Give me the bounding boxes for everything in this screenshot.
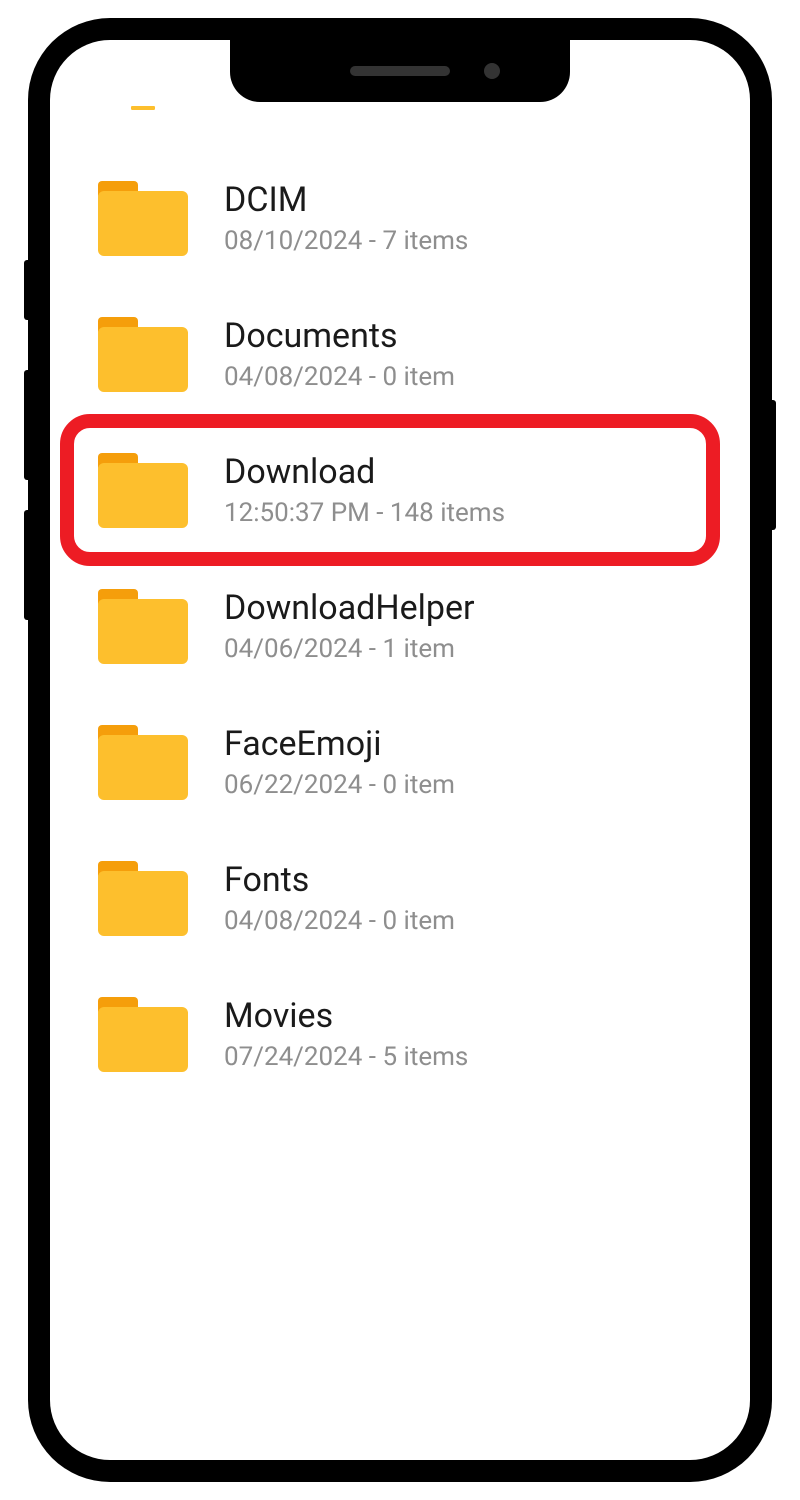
file-list: DCIM 08/10/2024 - 7 items Documents 04/0… [50,40,750,1460]
folder-icon [98,589,188,664]
front-camera [484,63,500,79]
folder-info: Movies 07/24/2024 - 5 items [224,996,468,1072]
folder-row-fonts[interactable]: Fonts 04/08/2024 - 0 item [50,830,750,966]
folder-icon [98,997,188,1072]
folder-info: Documents 04/08/2024 - 0 item [224,316,455,392]
folder-info: FaceEmoji 06/22/2024 - 0 item [224,724,455,800]
folder-name: Fonts [224,860,455,900]
speaker-grille [350,66,450,76]
folder-name: DCIM [224,180,468,220]
folder-icon [98,725,188,800]
folder-name: DownloadHelper [224,588,475,628]
folder-name: Movies [224,996,468,1036]
folder-meta: 04/08/2024 - 0 item [224,906,455,936]
phone-frame: DCIM 08/10/2024 - 7 items Documents 04/0… [30,20,770,1480]
folder-meta: 08/10/2024 - 7 items [224,226,468,256]
folder-icon [98,861,188,936]
folder-row-dcim[interactable]: DCIM 08/10/2024 - 7 items [50,150,750,286]
notch [230,40,570,102]
folder-row-movies[interactable]: Movies 07/24/2024 - 5 items [50,966,750,1102]
folder-row-downloadhelper[interactable]: DownloadHelper 04/06/2024 - 1 item [50,558,750,694]
folder-meta: 06/22/2024 - 0 item [224,770,455,800]
folder-info: Fonts 04/08/2024 - 0 item [224,860,455,936]
folder-name: Download [224,452,505,492]
folder-icon [98,453,188,528]
folder-meta: 07/24/2024 - 5 items [224,1042,468,1072]
mute-switch [24,260,30,320]
folder-info: DCIM 08/10/2024 - 7 items [224,180,468,256]
volume-down-button [24,510,30,620]
folder-icon [98,317,188,392]
power-button [770,400,776,530]
folder-icon [98,181,188,256]
folder-name: Documents [224,316,455,356]
folder-row-documents[interactable]: Documents 04/08/2024 - 0 item [50,286,750,422]
phone-screen: DCIM 08/10/2024 - 7 items Documents 04/0… [50,40,750,1460]
folder-info: Download 12:50:37 PM - 148 items [224,452,505,528]
folder-name: FaceEmoji [224,724,455,764]
folder-meta: 12:50:37 PM - 148 items [224,498,505,528]
folder-meta: 04/08/2024 - 0 item [224,362,455,392]
volume-up-button [24,370,30,480]
folder-info: DownloadHelper 04/06/2024 - 1 item [224,588,475,664]
folder-row-download[interactable]: Download 12:50:37 PM - 148 items [50,422,750,558]
folder-meta: 04/06/2024 - 1 item [224,634,475,664]
folder-row-faceemoji[interactable]: FaceEmoji 06/22/2024 - 0 item [50,694,750,830]
folder-icon [98,90,188,110]
